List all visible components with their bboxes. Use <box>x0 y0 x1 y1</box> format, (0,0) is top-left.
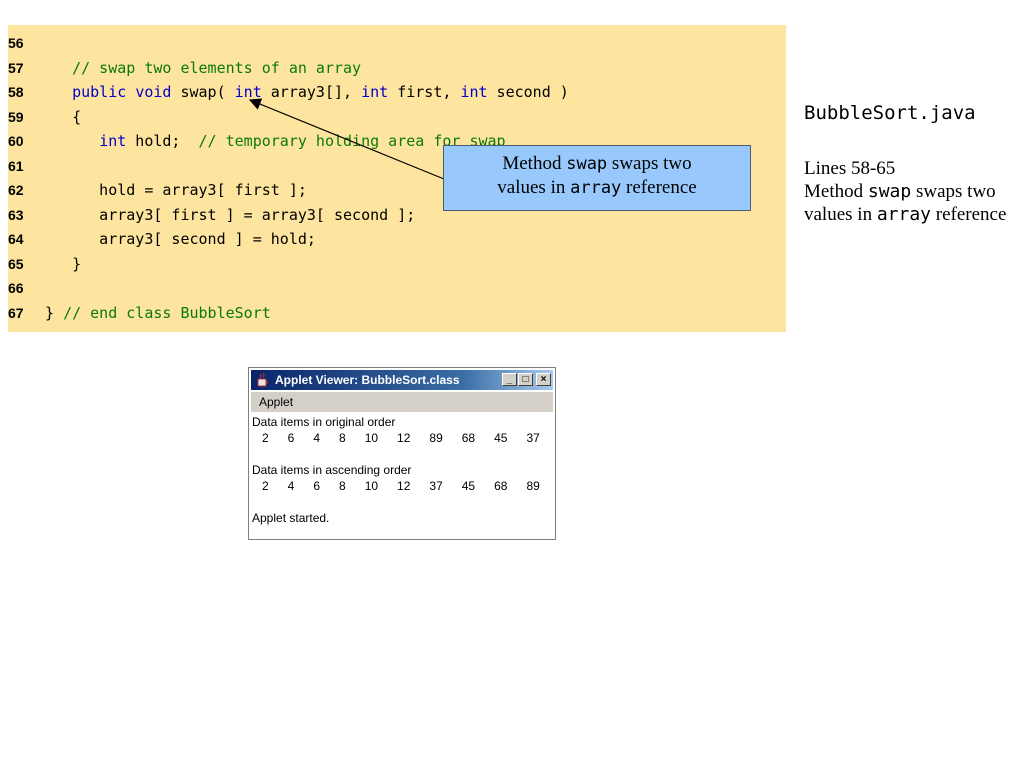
applet-window: Applet Viewer: BubbleSort.class _ □ × Ap… <box>248 367 556 540</box>
code-token: public <box>72 83 127 101</box>
lines-label: Lines 58-65 <box>804 158 896 179</box>
line-number: 61 <box>8 157 24 174</box>
callout-line-1: Method swap swaps two <box>502 153 692 174</box>
code-token: } <box>45 254 82 273</box>
line-number: 66 <box>8 280 24 296</box>
code-text: int hold; // temporary holding area for … <box>45 129 505 153</box>
code-text: hold = array3[ first ]; <box>45 178 307 202</box>
code-text: { <box>45 105 81 129</box>
code-token: void <box>135 83 172 101</box>
code-text: array3[ second ] = hold; <box>45 227 316 251</box>
code-token: hold; <box>126 132 199 150</box>
code-text: array3[ first ] = array3[ second ]; <box>45 203 415 227</box>
code-token: int <box>234 83 262 101</box>
line-number: 60 <box>8 133 24 149</box>
menu-applet[interactable]: Applet <box>259 392 293 412</box>
code-text: } <box>45 252 81 276</box>
code-token: array3[], <box>261 83 362 101</box>
code-token: int <box>361 83 389 101</box>
code-text: // swap two elements of an array <box>45 56 361 80</box>
code-token: first, <box>388 83 461 101</box>
file-name: BubbleSort.java <box>804 102 976 124</box>
ascending-values: 2 4 6 8 10 12 37 45 68 89 <box>262 479 540 493</box>
line-number: 59 <box>8 108 24 125</box>
code-token: second ) <box>487 83 569 101</box>
line-number: 56 <box>8 35 24 51</box>
line-number: 62 <box>8 182 24 198</box>
code-token: { <box>45 107 82 126</box>
code-token: int <box>99 132 127 150</box>
code-token: } <box>45 303 64 322</box>
callout-box: Method swap swaps two values in array re… <box>443 145 751 211</box>
maximize-button[interactable]: □ <box>518 373 533 386</box>
status-text: Applet started. <box>252 511 330 525</box>
applet-content: Data items in original order 2 6 4 8 10 … <box>252 414 552 526</box>
line-number: 58 <box>8 84 24 100</box>
close-button[interactable]: × <box>536 373 551 386</box>
line-number: 63 <box>8 206 24 223</box>
callout-line-2: values in array reference <box>497 177 697 198</box>
line-number: 65 <box>8 255 24 272</box>
notes-description: Method swap swaps two values in array re… <box>804 181 1007 225</box>
code-token: hold = array3[ first ]; <box>45 181 307 199</box>
java-cup-icon <box>257 372 268 387</box>
minimize-button[interactable]: _ <box>502 373 517 386</box>
code-text: public void swap( int array3[], int firs… <box>45 80 569 104</box>
line-number: 67 <box>8 304 24 321</box>
ascending-label: Data items in ascending order <box>252 463 412 477</box>
original-values: 2 6 4 8 10 12 89 68 45 37 <box>262 431 540 445</box>
code-token: // end class BubbleSort <box>63 303 271 322</box>
code-token: int <box>460 83 488 101</box>
code-text: } // end class BubbleSort <box>45 301 271 325</box>
window-title: Applet Viewer: BubbleSort.class <box>275 373 460 387</box>
code-token: array3[ first ] = array3[ second ]; <box>45 205 416 224</box>
notes: Lines 58-65 Method swap swaps two values… <box>804 157 1014 226</box>
code-token: // swap two elements of an array <box>72 58 362 77</box>
original-label: Data items in original order <box>252 415 396 429</box>
code-token: swap( <box>171 83 235 101</box>
line-number: 64 <box>8 231 24 247</box>
title-bar[interactable]: Applet Viewer: BubbleSort.class _ □ × <box>251 370 553 390</box>
menu-bar: Applet <box>251 392 553 412</box>
line-number: 57 <box>8 59 24 76</box>
code-token: array3[ second ] = hold; <box>45 230 316 248</box>
